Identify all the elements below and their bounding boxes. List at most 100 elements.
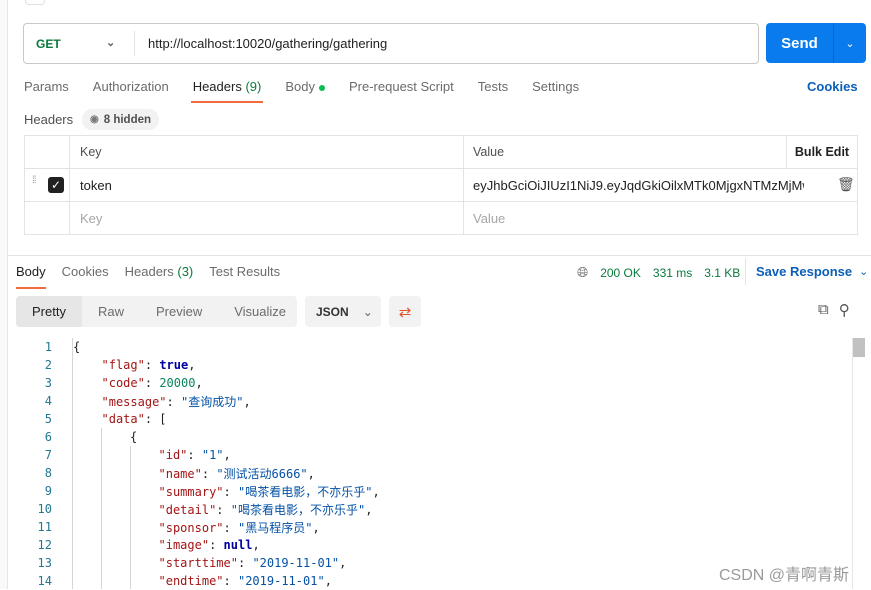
bulk-edit-button[interactable]: Bulk Edit bbox=[787, 136, 857, 168]
code-line: 1{ bbox=[8, 338, 852, 356]
code-token: "2019-11-01" bbox=[252, 556, 340, 570]
line-number: 13 bbox=[37, 556, 52, 570]
tab-pre-request-script[interactable]: Pre-request Script bbox=[349, 79, 454, 103]
code-token: , bbox=[223, 448, 231, 462]
code-token: "黑马程序员" bbox=[237, 520, 313, 535]
tab-settings[interactable]: Settings bbox=[532, 79, 579, 103]
method-select[interactable]: GET ⌄ bbox=[24, 31, 135, 56]
code-token: : bbox=[187, 448, 202, 462]
code-token: "sponsor" bbox=[158, 520, 224, 535]
tab-response-body[interactable]: Body bbox=[16, 264, 46, 289]
copy-icon[interactable]: ⧉ bbox=[818, 301, 829, 319]
status-code[interactable]: 200 OK bbox=[600, 266, 641, 280]
hidden-headers-toggle[interactable]: ◉ 8 hidden bbox=[82, 109, 160, 130]
code-token: "喝茶看电影，不亦乐乎" bbox=[237, 484, 373, 499]
tab-headers[interactable]: Headers (9) bbox=[190, 79, 263, 103]
view-pretty[interactable]: Pretty bbox=[16, 296, 82, 327]
code-text: "id": "1", bbox=[159, 448, 231, 462]
chevron-down-icon: ⌄ bbox=[362, 304, 373, 319]
tab-count: (9) bbox=[245, 79, 262, 94]
tab-response-headers[interactable]: Headers (3) bbox=[125, 264, 194, 288]
watermark: CSDN @青啊青斯 bbox=[719, 567, 850, 584]
view-preview[interactable]: Preview bbox=[140, 296, 218, 327]
response-time[interactable]: 331 ms bbox=[653, 266, 692, 280]
tab-params[interactable]: Params bbox=[24, 79, 69, 103]
send-options-chevron-icon[interactable]: ⌄ bbox=[834, 23, 866, 63]
code-token: "查询成功" bbox=[180, 394, 244, 409]
new-value-input[interactable]: Value bbox=[464, 202, 787, 235]
code-text: { bbox=[73, 340, 80, 354]
code-token: , bbox=[243, 394, 251, 409]
drag-handle-icon[interactable]: ⁞⁞ bbox=[32, 176, 40, 186]
response-body-editor[interactable]: 1{2 "flag": true, 3 "code": 20000, 4 "message… bbox=[8, 338, 852, 590]
code-token: "starttime" bbox=[158, 556, 238, 570]
save-response-label: Save Response bbox=[756, 264, 853, 279]
code-line: 10 "detail": "喝茶看电影，不亦乐乎", bbox=[8, 500, 852, 518]
code-line: 6{ bbox=[8, 428, 852, 446]
code-token: { bbox=[130, 430, 138, 444]
tab-test-results[interactable]: Test Results bbox=[209, 264, 280, 288]
code-token: : bbox=[144, 358, 160, 372]
pane-divider[interactable] bbox=[8, 255, 871, 256]
globe-icon[interactable]: 🌐︎ bbox=[577, 264, 588, 281]
code-token: true bbox=[159, 358, 189, 372]
send-button[interactable]: Send ⌄ bbox=[766, 23, 866, 63]
code-token: : bbox=[223, 484, 238, 499]
view-raw[interactable]: Raw bbox=[82, 296, 140, 327]
column-key: Key bbox=[70, 136, 464, 168]
response-actions: ⧉ ⚲ bbox=[818, 301, 850, 319]
top-button[interactable] bbox=[25, 0, 45, 5]
code-token: "summary" bbox=[158, 484, 224, 499]
code-token: : bbox=[209, 538, 224, 552]
url-input[interactable]: http://localhost:10020/gathering/gatheri… bbox=[135, 36, 387, 51]
format-select[interactable]: JSON ⌄ bbox=[305, 296, 381, 327]
tab-body[interactable]: Body bbox=[285, 79, 325, 103]
code-token: , bbox=[195, 376, 203, 390]
code-text: "image": null, bbox=[159, 538, 260, 552]
tab-response-cookies[interactable]: Cookies bbox=[62, 264, 109, 288]
code-token: , bbox=[188, 358, 196, 372]
code-text: "summary": "喝茶看电影，不亦乐乎", bbox=[159, 483, 380, 500]
code-line: 2 "flag": true, bbox=[8, 356, 852, 374]
tab-label: Body bbox=[285, 79, 315, 94]
response-size[interactable]: 3.1 KB bbox=[704, 266, 740, 280]
line-number: 10 bbox=[37, 502, 52, 516]
column-value: Value bbox=[464, 136, 787, 168]
code-token: null bbox=[223, 538, 253, 552]
code-token: 20000 bbox=[159, 376, 196, 390]
header-value-input[interactable]: eyJhbGciOiJIUzI1NiJ9.eyJqdGkiOilxMTk0Mjg… bbox=[464, 169, 804, 201]
line-number: 6 bbox=[44, 430, 52, 444]
code-token: , bbox=[307, 466, 315, 481]
search-icon[interactable]: ⚲ bbox=[839, 301, 850, 319]
line-number: 14 bbox=[37, 574, 52, 588]
code-token: "code" bbox=[101, 376, 145, 390]
code-text: { bbox=[130, 430, 137, 444]
response-tabs: Body Cookies Headers (3) Test Results bbox=[16, 264, 296, 289]
response-status: 🌐︎ 200 OK 331 ms 3.1 KB bbox=[577, 264, 752, 281]
chevron-down-icon: ⌄ bbox=[106, 37, 116, 49]
tab-tests[interactable]: Tests bbox=[478, 79, 508, 103]
trash-icon[interactable]: 🗑 bbox=[837, 176, 855, 193]
scrollbar[interactable] bbox=[852, 338, 866, 589]
cookies-link[interactable]: Cookies bbox=[807, 79, 858, 94]
view-visualize[interactable]: Visualize bbox=[218, 296, 302, 327]
code-token: "image" bbox=[158, 538, 210, 552]
send-label[interactable]: Send bbox=[766, 23, 834, 63]
code-token: "喝茶看电影，不亦乐乎" bbox=[230, 502, 366, 517]
row-checkbox[interactable]: ✓ bbox=[48, 177, 64, 193]
tab-authorization[interactable]: Authorization bbox=[93, 79, 169, 103]
code-text: "starttime": "2019-11-01", bbox=[159, 556, 347, 570]
request-tabs: Params Authorization Headers (9) Body Pr… bbox=[24, 79, 603, 103]
header-key-input[interactable]: token bbox=[70, 169, 464, 201]
scrollbar-thumb[interactable] bbox=[853, 338, 865, 357]
method-label: GET bbox=[36, 36, 61, 51]
new-key-input[interactable]: Key bbox=[70, 202, 464, 235]
code-text: "flag": true, bbox=[102, 358, 196, 372]
wrap-lines-icon[interactable]: ⇄ bbox=[389, 296, 421, 327]
code-token: "data" bbox=[101, 412, 145, 426]
code-token: , bbox=[312, 520, 320, 535]
code-token: "message" bbox=[101, 394, 167, 409]
save-response-button[interactable]: Save Response ⌄ bbox=[745, 258, 868, 285]
code-token: : bbox=[223, 520, 238, 535]
code-token: , bbox=[324, 574, 332, 588]
